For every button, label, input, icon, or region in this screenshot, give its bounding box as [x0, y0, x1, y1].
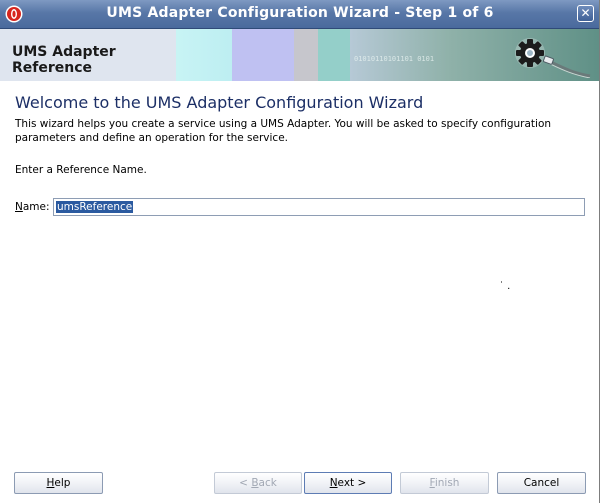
back-button[interactable]: < Back [214, 472, 302, 494]
gear-connector-icon [515, 38, 591, 78]
finish-button[interactable]: Finish [400, 472, 489, 494]
back-button-prefix: < [239, 477, 252, 489]
close-button[interactable]: ✕ [577, 5, 594, 22]
close-icon: ✕ [580, 6, 591, 20]
next-button[interactable]: Next > [304, 472, 392, 494]
help-button-label: elp [54, 477, 71, 489]
help-button[interactable]: Help [14, 472, 103, 494]
name-label-text: ame: [22, 201, 50, 213]
finish-button-label: inish [434, 477, 460, 489]
banner-label-area: UMS Adapter Reference [0, 29, 176, 81]
wizard-banner: 01010110101101 0101 UMS Adapter Referenc… [0, 29, 600, 81]
cancel-button-label: Cancel [523, 477, 560, 489]
window-titlebar[interactable]: UMS Adapter Configuration Wizard - Step … [0, 0, 600, 29]
banner-binary-text: 01010110101101 0101 [354, 55, 435, 63]
reference-name-value: umsReference [56, 201, 134, 213]
banner-title: UMS Adapter Reference [12, 44, 116, 76]
page-description: This wizard helps you create a service u… [15, 118, 552, 144]
name-label: Name: [15, 201, 50, 213]
next-button-label: ext > [337, 477, 367, 489]
next-button-mnemonic: N [329, 477, 338, 489]
cancel-button[interactable]: Cancel [497, 472, 586, 494]
banner-strip [318, 29, 350, 81]
page-heading: Welcome to the UMS Adapter Configuration… [15, 93, 424, 112]
banner-strip [176, 29, 232, 81]
back-button-mnemonic: B [251, 477, 259, 489]
reference-name-prompt: Enter a Reference Name. [15, 164, 147, 176]
banner-strip [294, 29, 318, 81]
stray-marks: ˙ . [499, 281, 511, 292]
window-title: UMS Adapter Configuration Wizard - Step … [106, 5, 494, 21]
name-label-mnemonic: N [15, 201, 23, 213]
banner-strip [232, 29, 294, 81]
back-button-label: ack [258, 477, 277, 489]
reference-name-input[interactable]: umsReference [53, 198, 585, 216]
